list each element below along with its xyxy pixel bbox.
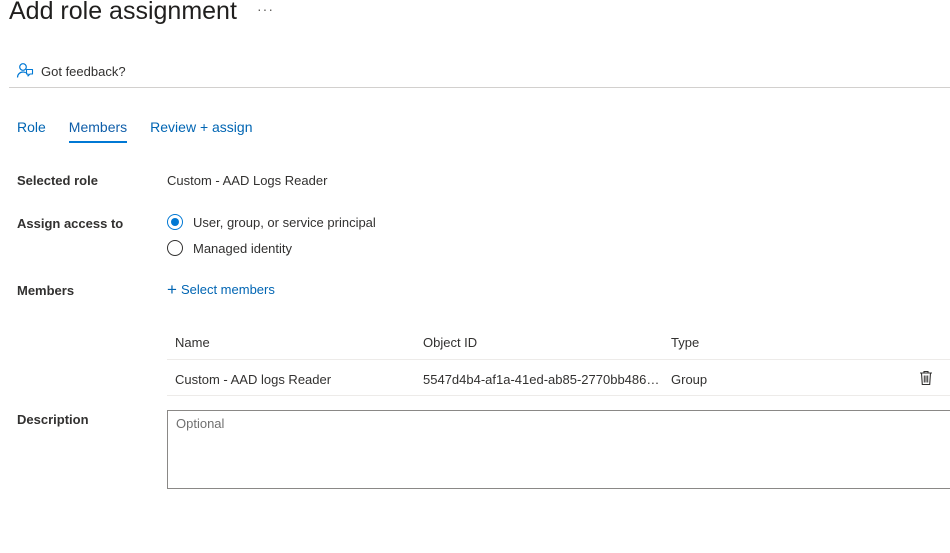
member-type: Group [671, 372, 708, 387]
selected-role-value: Custom - AAD Logs Reader [167, 173, 328, 188]
select-members-link[interactable]: + Select members [167, 279, 275, 299]
radio-managed-identity[interactable]: Managed identity [167, 240, 292, 256]
feedback-label: Got feedback? [41, 63, 126, 79]
trash-icon[interactable] [919, 370, 933, 386]
member-name: Custom - AAD logs Reader [175, 372, 332, 387]
tab-review-assign[interactable]: Review + assign [150, 118, 252, 144]
select-members-label: Select members [180, 282, 275, 297]
radio-checked-icon [167, 214, 183, 230]
selected-role-label: Selected role [17, 173, 98, 188]
column-header-object-id: Object ID [423, 335, 478, 350]
table-row: Custom - AAD logs Reader 5547d4b4-af1a-4… [167, 360, 950, 396]
description-textarea[interactable] [167, 410, 950, 489]
page-title: Add role assignment [9, 0, 237, 25]
feedback-icon [16, 62, 34, 80]
wizard-tabs: Role Members Review + assign [17, 118, 275, 146]
header-divider [9, 87, 950, 88]
radio-user-group-service-principal[interactable]: User, group, or service principal [167, 214, 376, 230]
table-header: Name Object ID Type [167, 326, 950, 360]
description-label: Description [17, 412, 89, 427]
plus-icon: + [167, 279, 177, 299]
members-label: Members [17, 283, 75, 298]
feedback-button[interactable]: Got feedback? [16, 60, 126, 82]
assign-access-label: Assign access to [17, 216, 124, 231]
member-object-id: 5547d4b4-af1a-41ed-ab85-2770bb486… [423, 372, 660, 387]
members-table: Name Object ID Type Custom - AAD logs Re… [167, 326, 950, 396]
column-header-type: Type [671, 335, 700, 350]
column-header-name: Name [175, 335, 210, 350]
tab-role[interactable]: Role [17, 118, 46, 144]
more-options-button[interactable]: ··· [257, 1, 274, 17]
radio-unchecked-icon [167, 240, 183, 256]
tab-members[interactable]: Members [68, 118, 128, 144]
radio-label: User, group, or service principal [193, 214, 376, 230]
radio-label: Managed identity [193, 240, 293, 256]
